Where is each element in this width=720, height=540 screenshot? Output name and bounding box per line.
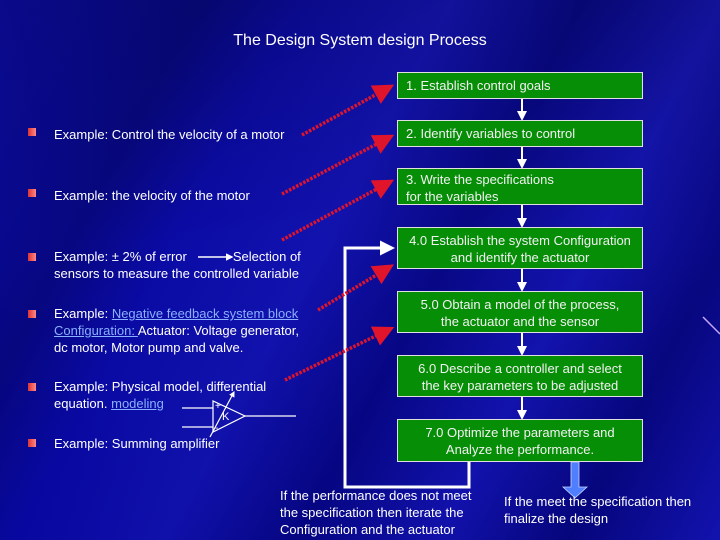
amplifier-gain: K bbox=[222, 411, 230, 423]
step-1-box: 1. Establish control goals bbox=[397, 72, 643, 99]
step-2-box: 2. Identify variables to control bbox=[397, 120, 643, 147]
negative-feedback-link[interactable]: Negative feedback system block bbox=[112, 306, 298, 321]
step-4-line-2: and identify the actuator bbox=[450, 250, 590, 265]
dotted-arrow-2 bbox=[281, 134, 395, 196]
example-3-line-2: sensors to measure the controlled variab… bbox=[54, 266, 299, 281]
dotted-arrow-3 bbox=[281, 179, 395, 242]
step-7-line-1: 7.0 Optimize the parameters and bbox=[425, 425, 615, 440]
example-6: Example: Summing amplifier bbox=[54, 436, 220, 451]
step-2-label: 2. Identify variables to control bbox=[406, 126, 576, 141]
example-4: Example: Negative feedback system block … bbox=[54, 306, 300, 355]
step-5-line-1: 5.0 Obtain a model of the process, bbox=[420, 297, 620, 312]
bullet-icon bbox=[28, 383, 36, 391]
bullet-icon bbox=[28, 253, 36, 261]
amplifier-minus: - bbox=[215, 423, 218, 434]
example-3-part-2: Selection of bbox=[232, 249, 301, 264]
bullet-icon bbox=[28, 189, 36, 197]
step-7-line-2: Analyze the performance. bbox=[445, 442, 595, 457]
modeling-link[interactable]: modeling bbox=[111, 396, 164, 411]
example-3: Example: ± 2% of error Selection of senso… bbox=[54, 248, 301, 282]
bullet-icon bbox=[28, 439, 36, 447]
step-3-line-1: 3. Write the specifications bbox=[406, 172, 554, 187]
example-5: Example: Physical model, differential eq… bbox=[54, 379, 267, 411]
step-7-box: 7.0 Optimize the parameters and Analyze … bbox=[397, 419, 643, 462]
iterate-caption: If the performance does not meet the spe… bbox=[280, 488, 472, 537]
step-1-label: 1. Establish control goals bbox=[406, 78, 551, 93]
edge-slash bbox=[702, 316, 720, 335]
dotted-arrow-1 bbox=[301, 84, 395, 137]
step-4-line-1: 4.0 Establish the system Configuration bbox=[409, 233, 631, 248]
example-1: Example: Control the velocity of a motor bbox=[54, 127, 285, 142]
example-3-part-1: Example: ± 2% of error bbox=[54, 249, 187, 264]
step-5-line-2: the actuator and the sensor bbox=[440, 314, 600, 329]
step-5-box: 5.0 Obtain a model of the process, the a… bbox=[397, 291, 643, 333]
configuration-link[interactable]: Configuration: bbox=[54, 323, 138, 338]
step-6-line-2: the key parameters to be adjusted bbox=[421, 378, 619, 393]
step-4-box: 4.0 Establish the system Configuration a… bbox=[397, 227, 643, 269]
example-2: Example: the velocity of the motor bbox=[54, 188, 250, 203]
bullet-icon bbox=[28, 310, 36, 318]
dotted-arrow-4 bbox=[317, 264, 395, 312]
bullet-icon bbox=[28, 128, 36, 136]
step-3-box: 3. Write the specifications for the vari… bbox=[397, 168, 643, 205]
step-6-line-1: 6.0 Describe a controller and select bbox=[418, 361, 622, 376]
finalize-caption: If the meet the specification then final… bbox=[504, 494, 692, 526]
dotted-arrow-5 bbox=[284, 326, 395, 382]
step-3-line-2: for the variables bbox=[406, 189, 499, 204]
step-6-box: 6.0 Describe a controller and select the… bbox=[397, 355, 643, 397]
